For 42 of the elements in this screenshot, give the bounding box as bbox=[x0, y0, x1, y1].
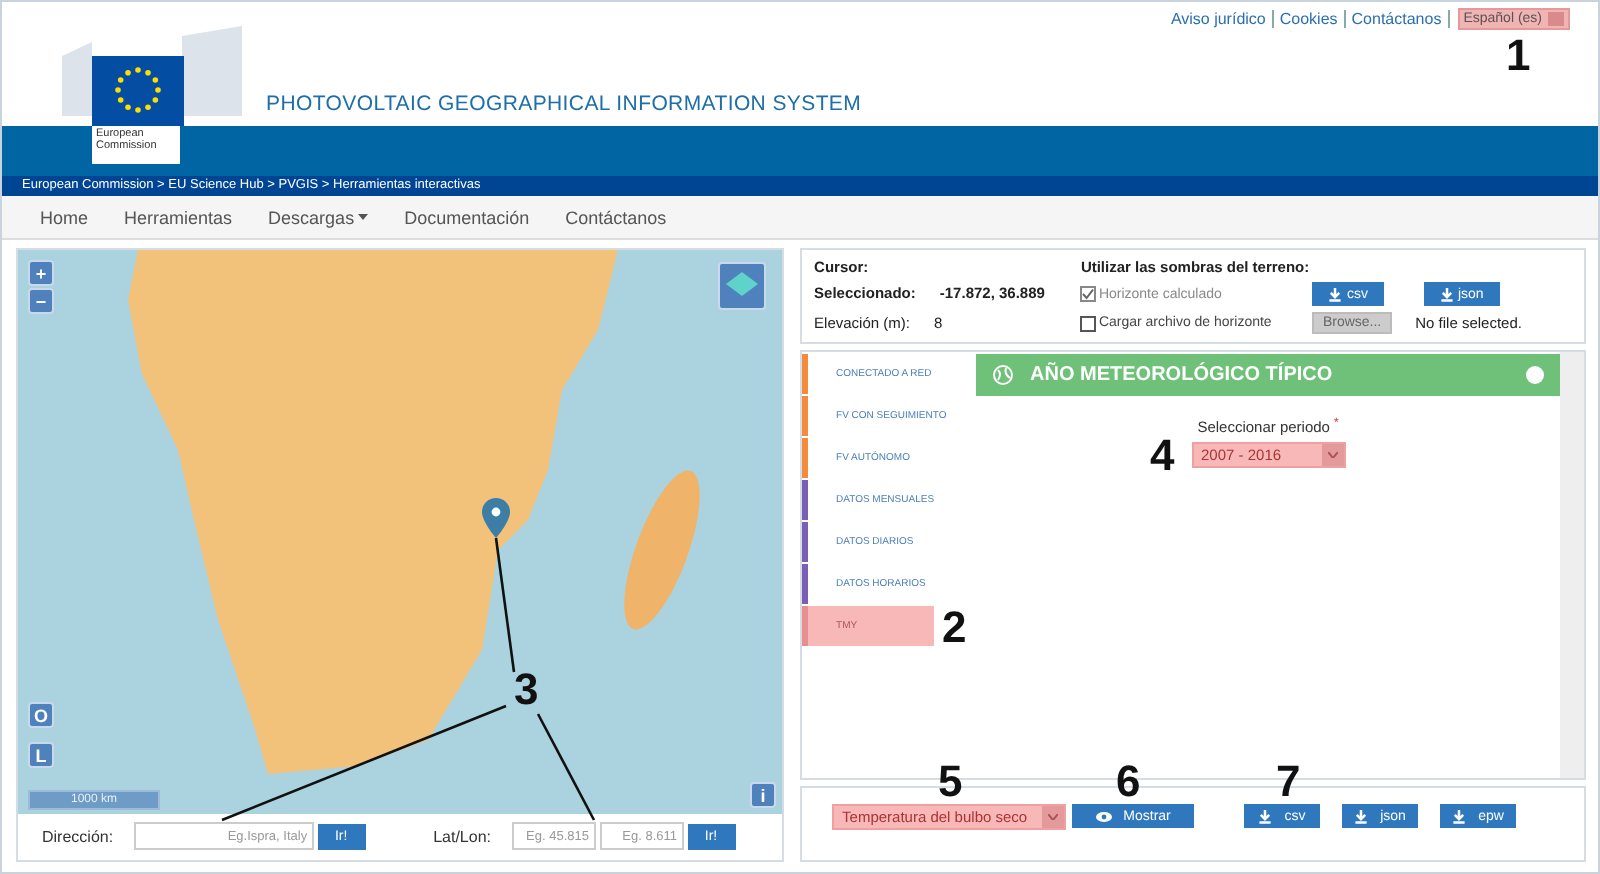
address-label: Dirección: bbox=[42, 827, 114, 845]
download-icon bbox=[1439, 287, 1454, 301]
callout-number: 7 bbox=[1276, 756, 1301, 808]
scrollbar[interactable] bbox=[1560, 352, 1584, 778]
zoom-in-button[interactable]: + bbox=[28, 260, 54, 286]
download-icon bbox=[1452, 809, 1467, 823]
layers-button[interactable] bbox=[718, 262, 767, 310]
map-control-button[interactable]: O bbox=[28, 702, 54, 728]
nav-link[interactable]: Contáctanos bbox=[547, 207, 685, 227]
callout-number: 2 bbox=[942, 602, 967, 654]
nav-link[interactable]: Documentación bbox=[386, 207, 548, 227]
nav-link[interactable]: Herramientas bbox=[106, 207, 251, 227]
callout-number: 3 bbox=[514, 664, 539, 716]
caret-icon bbox=[1327, 452, 1338, 458]
nav-link[interactable]: Home bbox=[22, 207, 107, 227]
eye-icon bbox=[1095, 811, 1112, 821]
caret-icon bbox=[1548, 12, 1564, 26]
callout-number: 1 bbox=[1506, 30, 1531, 82]
nav-link[interactable]: Descargas bbox=[250, 207, 387, 227]
header-link[interactable]: Aviso jurídico bbox=[1164, 10, 1274, 28]
map-control-button[interactable]: L bbox=[28, 742, 54, 768]
leader-line bbox=[536, 713, 596, 821]
layers-icon bbox=[726, 272, 759, 300]
checkbox[interactable] bbox=[1080, 315, 1097, 331]
download-icon bbox=[1354, 809, 1369, 823]
callout-number: 4 bbox=[1150, 430, 1175, 482]
callout-number: 6 bbox=[1116, 756, 1141, 808]
header-link[interactable]: Contáctanos bbox=[1345, 10, 1450, 28]
header-link[interactable]: Cookies bbox=[1273, 10, 1346, 28]
download-icon bbox=[1328, 287, 1343, 301]
section-title: AÑO METEOROLÓGICO TÍPICO bbox=[1030, 364, 1333, 386]
info-button[interactable]: i bbox=[750, 782, 776, 808]
download-icon bbox=[1258, 809, 1273, 823]
latlon-label: Lat/Lon: bbox=[433, 827, 491, 845]
callout-number: 5 bbox=[938, 756, 963, 808]
map-marker-icon[interactable] bbox=[482, 498, 510, 538]
zoom-out-button[interactable]: − bbox=[28, 288, 54, 314]
caret-icon bbox=[1048, 814, 1059, 820]
site-title: PHOTOVOLTAIC GEOGRAPHICAL INFORMATION SYSTEM bbox=[266, 92, 862, 116]
globe-icon bbox=[992, 364, 1015, 386]
checkbox[interactable] bbox=[1080, 286, 1097, 302]
leader-line bbox=[494, 537, 516, 673]
